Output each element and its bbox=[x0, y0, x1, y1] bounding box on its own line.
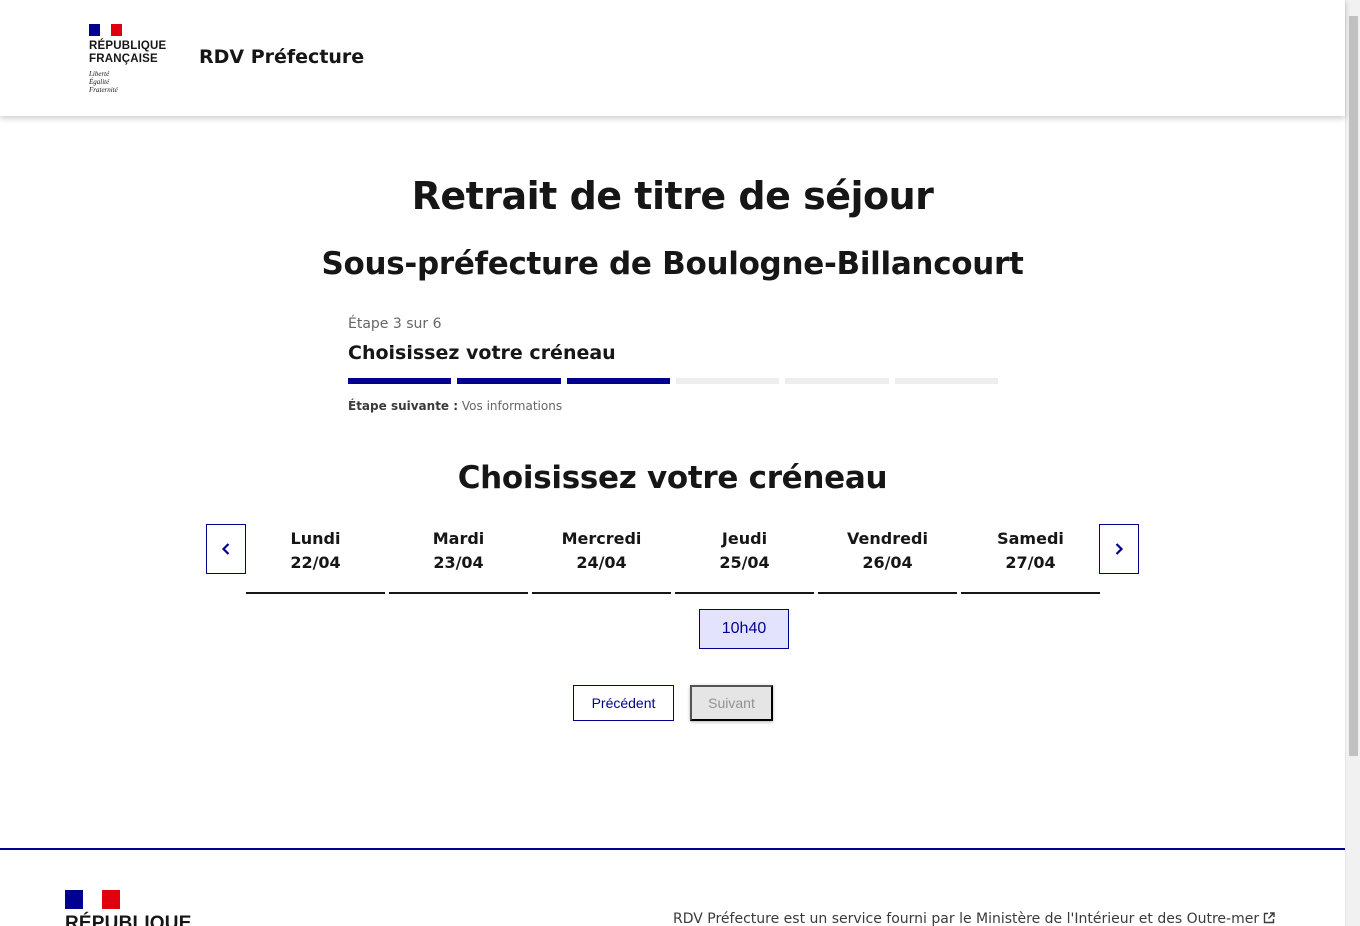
stepper-bar-6 bbox=[894, 378, 998, 384]
logo-line-2: Française bbox=[89, 53, 158, 65]
day-column: Samedi 27/04 bbox=[961, 524, 1100, 594]
site-header: République Française Liberté Égalité Fra… bbox=[0, 0, 1345, 116]
page-scrollbar[interactable] bbox=[1345, 0, 1360, 926]
service-title[interactable]: RDV Préfecture bbox=[199, 46, 364, 68]
stepper-bar-4 bbox=[675, 378, 780, 384]
day-name: Jeudi bbox=[721, 529, 768, 548]
stepper-bar-2 bbox=[457, 378, 561, 384]
stepper-bar-1 bbox=[348, 378, 452, 384]
next-week-button[interactable] bbox=[1099, 524, 1139, 574]
day-name: Samedi bbox=[997, 529, 1064, 548]
time-slot-button[interactable]: 10h40 bbox=[699, 609, 789, 649]
chevron-right-icon bbox=[1115, 543, 1124, 555]
scrollbar-thumb[interactable] bbox=[1349, 16, 1358, 756]
page-title: Retrait de titre de séjour bbox=[411, 174, 934, 218]
section-title: Choisissez votre créneau bbox=[457, 460, 888, 496]
day-column: Mardi 23/04 bbox=[389, 524, 528, 594]
day-date: 25/04 bbox=[719, 553, 770, 572]
day-date: 23/04 bbox=[433, 553, 484, 572]
day-name: Mercredi bbox=[561, 529, 642, 548]
stepper-next-label: Étape suivante : bbox=[348, 399, 459, 413]
next-button[interactable]: Suivant bbox=[690, 685, 773, 721]
day-column: Jeudi 25/04 bbox=[675, 524, 814, 594]
external-link-icon bbox=[1263, 912, 1275, 924]
site-footer: République RDV Préfecture est un service… bbox=[0, 848, 1345, 926]
stepper: Étape 3 sur 6 Choisissez votre créneau É… bbox=[348, 316, 998, 413]
marianne-flag-icon bbox=[89, 24, 122, 36]
day-date: 24/04 bbox=[576, 553, 627, 572]
chevron-left-icon bbox=[221, 543, 230, 555]
republique-francaise-logo[interactable]: République Française Liberté Égalité Fra… bbox=[89, 24, 179, 94]
stepper-bar-3 bbox=[566, 378, 670, 384]
motto-fraternite: Fraternité bbox=[89, 86, 118, 94]
logo-line-1: République bbox=[89, 40, 167, 52]
previous-button[interactable]: Précédent bbox=[573, 685, 674, 721]
footer-logo[interactable]: République bbox=[65, 890, 192, 926]
logo-motto: Liberté Égalité Fraternité bbox=[89, 70, 179, 94]
stepper-bar-5 bbox=[785, 378, 889, 384]
day-name: Lundi bbox=[290, 529, 341, 548]
day-date: 27/04 bbox=[1005, 553, 1056, 572]
footer-marianne-flag-icon bbox=[65, 890, 120, 909]
day-date: 26/04 bbox=[862, 553, 913, 572]
stepper-next-step: Étape suivante : Vos informations bbox=[348, 399, 998, 413]
stepper-state: Étape 3 sur 6 bbox=[348, 316, 442, 332]
page-subtitle: Sous-préfecture de Boulogne-Billancourt bbox=[321, 246, 1024, 282]
stepper-next-value: Vos informations bbox=[461, 399, 563, 413]
motto-egalite: Égalité bbox=[89, 78, 110, 86]
motto-liberte: Liberté bbox=[89, 70, 110, 78]
footer-logo-name: République bbox=[65, 913, 192, 926]
previous-week-button[interactable] bbox=[206, 524, 246, 574]
day-name: Mardi bbox=[432, 529, 485, 548]
day-date: 22/04 bbox=[290, 553, 341, 572]
day-column: Mercredi 24/04 bbox=[532, 524, 671, 594]
stepper-progress bbox=[348, 378, 998, 384]
days-row: Lundi 22/04 Mardi 23/04 Mercredi 24/04 Jeudi 25… bbox=[246, 524, 1100, 594]
footer-description[interactable]: RDV Préfecture est un service fourni par… bbox=[673, 911, 1275, 926]
footer-description-text: RDV Préfecture est un service fourni par… bbox=[673, 911, 1260, 926]
day-column: Lundi 22/04 bbox=[246, 524, 385, 594]
logo-name: République Française bbox=[89, 40, 179, 66]
day-name: Vendredi bbox=[847, 529, 928, 548]
stepper-title: Choisissez votre créneau bbox=[348, 342, 616, 364]
day-column: Vendredi 26/04 bbox=[818, 524, 957, 594]
